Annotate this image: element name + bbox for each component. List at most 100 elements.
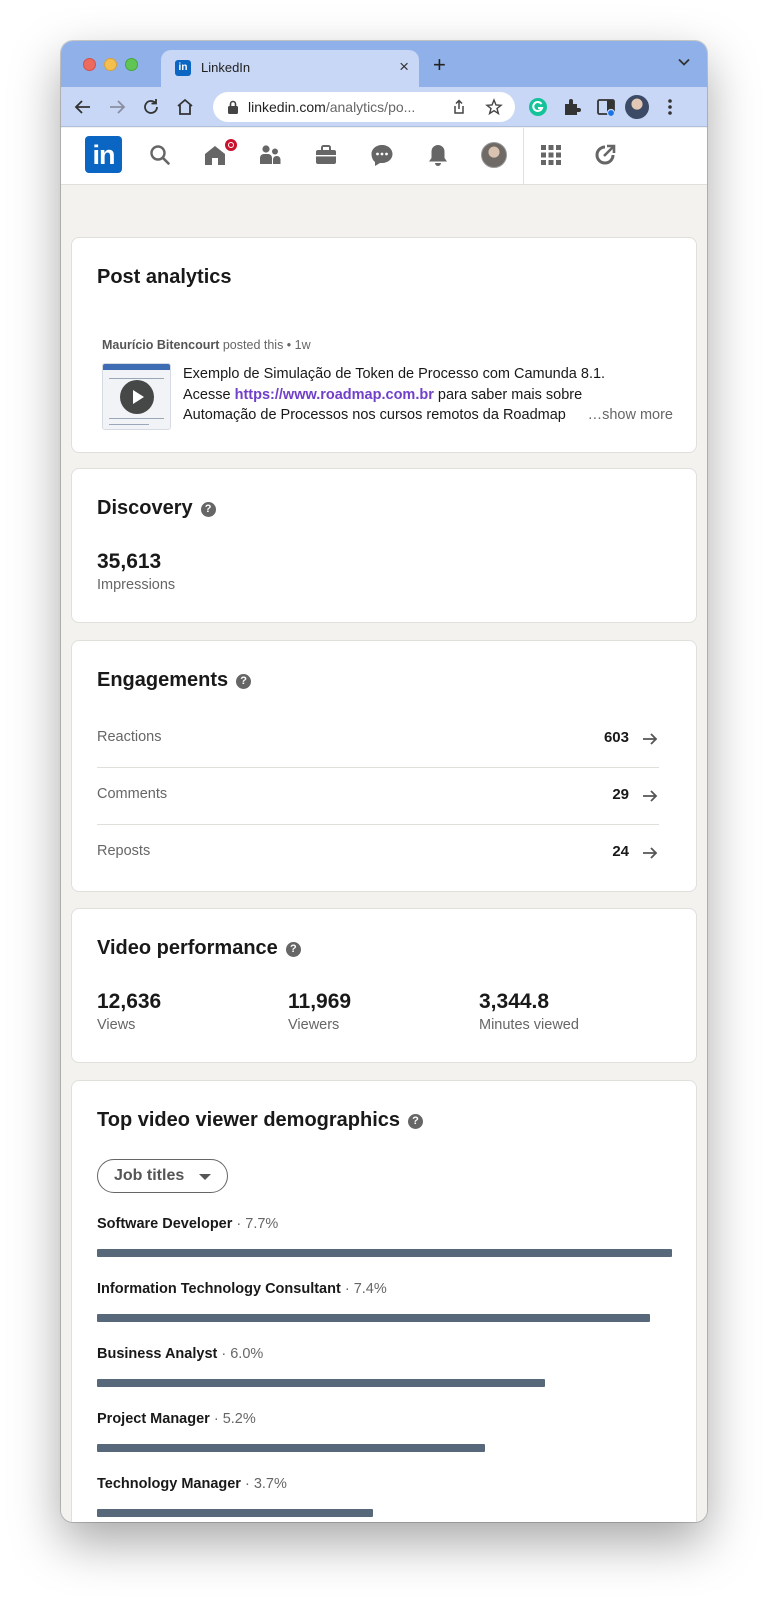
- close-tab-icon[interactable]: ×: [399, 57, 409, 77]
- tab-linkedin[interactable]: in LinkedIn ×: [161, 50, 419, 87]
- engagements-title: Engagements?: [97, 669, 252, 692]
- search-icon[interactable]: [147, 142, 173, 168]
- browser-window: in LinkedIn × + linkedin.com/analytics/p…: [61, 41, 707, 1522]
- engagement-label: Reactions: [97, 729, 162, 745]
- me-avatar[interactable]: [481, 142, 507, 168]
- jobs-icon[interactable]: [313, 142, 339, 168]
- dropdown-label: Job titles: [114, 1167, 185, 1184]
- url-host: linkedin.com: [248, 99, 326, 115]
- viewers-label: Viewers: [288, 1017, 340, 1033]
- demographic-row: Business Analyst · 6.0%: [97, 1346, 672, 1402]
- post-text-line-2: Acesse https://www.roadmap.com.br para s…: [183, 386, 583, 403]
- demographic-row: Project Manager · 5.2%: [97, 1411, 672, 1467]
- demographics-card: Top video viewer demographics? Job title…: [71, 1080, 697, 1522]
- post-author[interactable]: Maurício Bitencourt: [102, 338, 219, 352]
- impressions-value: 35,613: [97, 550, 162, 573]
- job-title-name: Information Technology Consultant: [97, 1281, 341, 1297]
- job-title-name: Business Analyst: [97, 1346, 218, 1362]
- back-arrow-icon[interactable]: [72, 96, 94, 118]
- demographic-bar: [97, 1314, 650, 1322]
- job-title-percent: · 6.0%: [217, 1346, 264, 1362]
- demographic-bar: [97, 1379, 545, 1387]
- bookmark-star-icon[interactable]: [485, 98, 503, 116]
- engagement-row-reactions[interactable]: Reactions 603: [97, 712, 659, 768]
- browser-menu-icon[interactable]: [659, 96, 681, 118]
- advertise-icon[interactable]: [592, 142, 618, 168]
- demographic-bar: [97, 1444, 485, 1452]
- my-network-icon[interactable]: [257, 142, 283, 168]
- viewers-value: 11,969: [288, 990, 352, 1013]
- impressions-label: Impressions: [97, 577, 176, 593]
- job-title-name: Technology Manager: [97, 1476, 241, 1492]
- reload-icon[interactable]: [140, 96, 162, 118]
- engagement-label: Comments: [97, 786, 168, 802]
- url-text: linkedin.com/analytics/po...: [248, 99, 415, 115]
- analytics-content: Post analytics Maurício Bitencourt poste…: [61, 186, 707, 1522]
- demographic-label: Business Analyst · 6.0%: [97, 1346, 263, 1362]
- new-tab-button[interactable]: +: [433, 54, 446, 76]
- post-text-line-1: Exemplo de Simulação de Token de Process…: [183, 366, 606, 382]
- video-performance-card: Video performance? 12,636 Views 11,969 V…: [71, 908, 697, 1063]
- nav-divider: [523, 128, 524, 184]
- url-path: /analytics/po...: [325, 99, 416, 115]
- notification-badge: [223, 137, 239, 153]
- engagement-value: 603: [603, 729, 629, 746]
- play-icon[interactable]: [120, 380, 154, 414]
- minimize-window-button[interactable]: [104, 58, 117, 71]
- arrow-right-icon[interactable]: [641, 787, 659, 805]
- show-more-link[interactable]: …show more: [581, 405, 673, 426]
- engagement-row-comments[interactable]: Comments 29: [97, 769, 659, 825]
- linkedin-logo-icon[interactable]: in: [85, 136, 122, 173]
- demographic-row: Information Technology Consultant · 7.4%: [97, 1281, 672, 1337]
- job-title-percent: · 5.2%: [209, 1411, 256, 1427]
- post-text: Exemplo de Simulação de Token de Process…: [183, 364, 673, 426]
- zoom-window-button[interactable]: [125, 58, 138, 71]
- video-performance-title: Video performance?: [97, 937, 301, 960]
- close-window-button[interactable]: [83, 58, 96, 71]
- job-title-percent: · 7.4%: [340, 1281, 387, 1297]
- tab-strip: in LinkedIn × +: [61, 41, 707, 87]
- views-label: Views: [97, 1017, 136, 1033]
- apps-grid-icon[interactable]: [538, 142, 564, 168]
- caret-down-icon: [199, 1174, 211, 1180]
- demographic-bar: [97, 1509, 373, 1517]
- linkedin-favicon-icon: in: [175, 60, 191, 76]
- demographic-row: Technology Manager · 3.7%: [97, 1476, 672, 1522]
- forward-arrow-icon[interactable]: [106, 96, 128, 118]
- demographic-label: Software Developer · 7.7%: [97, 1216, 278, 1232]
- discovery-title: Discovery?: [97, 497, 216, 520]
- tab-search-chevron-icon[interactable]: [677, 55, 691, 69]
- posted-info: posted this • 1w: [222, 338, 311, 352]
- post-analytics-card: Post analytics Maurício Bitencourt poste…: [71, 237, 697, 453]
- grammarly-extension-icon[interactable]: [527, 96, 549, 118]
- profile-avatar[interactable]: [625, 95, 649, 119]
- demographic-row: Software Developer · 7.7%: [97, 1216, 672, 1272]
- address-bar[interactable]: linkedin.com/analytics/po...: [213, 92, 515, 122]
- help-icon[interactable]: ?: [236, 674, 252, 689]
- browser-toolbar: linkedin.com/analytics/po...: [61, 87, 707, 127]
- job-title-percent: · 7.7%: [232, 1216, 279, 1232]
- side-panel-icon[interactable]: [595, 96, 617, 118]
- job-title-name: Software Developer: [97, 1216, 233, 1232]
- discovery-card: Discovery? 35,613 Impressions: [71, 468, 697, 623]
- video-thumbnail[interactable]: [102, 363, 171, 430]
- notifications-icon[interactable]: [425, 142, 451, 168]
- tab-title: LinkedIn: [201, 60, 251, 75]
- job-title-percent: · 3.7%: [240, 1476, 287, 1492]
- demographic-label: Technology Manager · 3.7%: [97, 1476, 287, 1492]
- post-link[interactable]: https://www.roadmap.com.br: [235, 387, 434, 403]
- help-icon[interactable]: ?: [408, 1114, 424, 1129]
- home-button-icon[interactable]: [174, 96, 196, 118]
- help-icon[interactable]: ?: [285, 942, 301, 957]
- engagement-row-reposts[interactable]: Reposts 24: [97, 826, 659, 882]
- help-icon[interactable]: ?: [200, 502, 216, 517]
- minutes-viewed-label: Minutes viewed: [479, 1017, 579, 1033]
- messaging-icon[interactable]: [369, 142, 395, 168]
- extensions-puzzle-icon[interactable]: [561, 96, 583, 118]
- demographics-title: Top video viewer demographics?: [97, 1109, 424, 1132]
- engagement-value: 29: [612, 786, 629, 803]
- arrow-right-icon[interactable]: [641, 730, 659, 748]
- arrow-right-icon[interactable]: [641, 844, 659, 862]
- job-titles-dropdown[interactable]: Job titles: [97, 1159, 228, 1193]
- share-icon[interactable]: [451, 99, 467, 115]
